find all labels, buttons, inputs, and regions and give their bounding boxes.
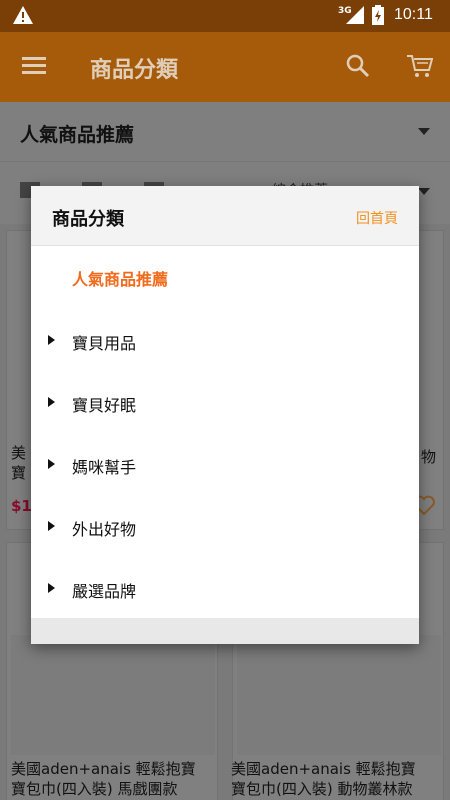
category-item-label: 人氣商品推薦	[72, 270, 169, 289]
category-item-label: 外出好物	[72, 520, 137, 539]
category-item-label: 媽咪幫手	[72, 458, 137, 477]
warning-icon	[13, 6, 33, 24]
category-item-baby-sleep[interactable]: 寶貝好眠	[31, 372, 419, 434]
category-item-popular[interactable]: 人氣商品推薦	[31, 246, 419, 308]
dialog-title: 商品分類	[52, 209, 124, 230]
clock: 10:11	[394, 6, 433, 23]
dialog-footer	[31, 618, 419, 644]
dialog-header: 商品分類 回首頁	[31, 186, 419, 246]
category-item-mom-helper[interactable]: 媽咪幫手	[31, 434, 419, 496]
category-item-label: 寶貝用品	[72, 334, 137, 353]
category-item-label: 嚴選品牌	[72, 582, 137, 601]
battery-icon	[372, 5, 384, 25]
category-item-outing[interactable]: 外出好物	[31, 496, 419, 558]
expand-arrow-icon	[48, 397, 55, 407]
category-item-baby-goods[interactable]: 寶貝用品	[31, 310, 419, 372]
expand-arrow-icon	[48, 583, 55, 593]
expand-arrow-icon	[48, 521, 55, 531]
status-bar: 3G 10:11	[0, 0, 450, 32]
expand-arrow-icon	[48, 459, 55, 469]
expand-arrow-icon	[48, 335, 55, 345]
home-link[interactable]: 回首頁	[356, 208, 398, 228]
category-item-label: 寶貝好眠	[72, 396, 137, 415]
category-item-brands[interactable]: 嚴選品牌	[31, 558, 419, 620]
category-dialog: 商品分類 回首頁 人氣商品推薦 寶貝用品 寶貝好眠 媽咪幫手 外出好物 嚴選品牌	[31, 186, 419, 644]
signal-icon	[346, 6, 364, 24]
